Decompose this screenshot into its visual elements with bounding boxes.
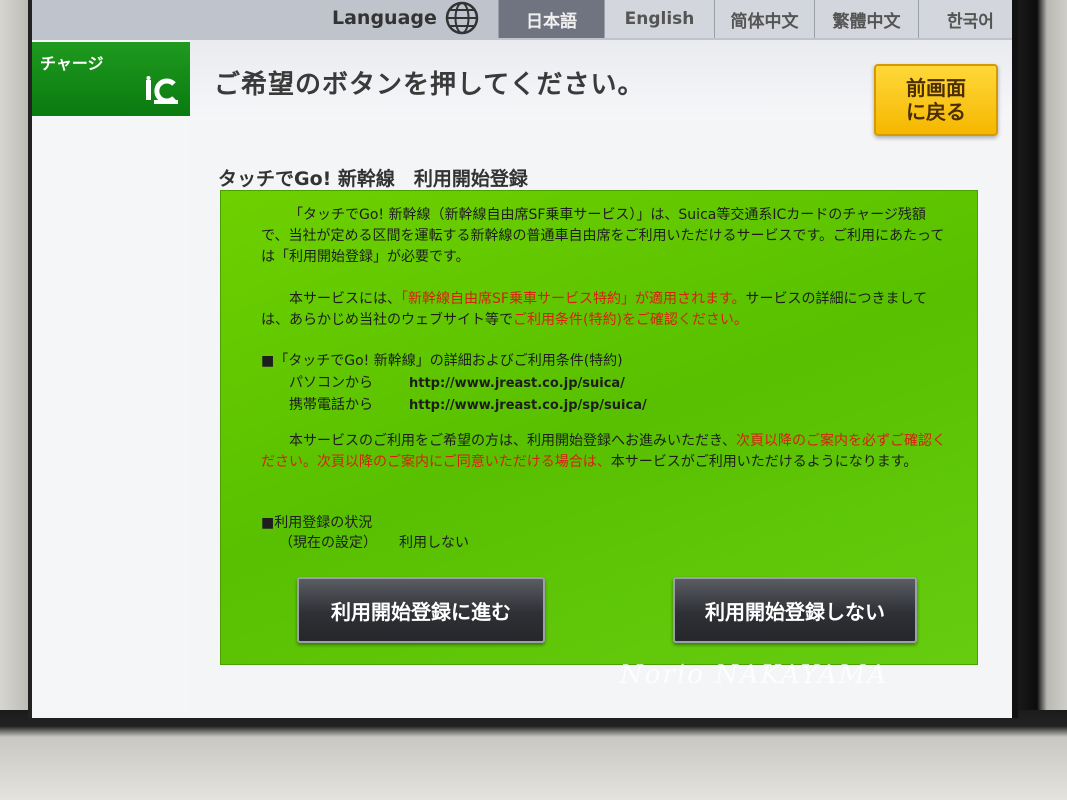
terms-text-a: 本サービスには、 [289,291,401,307]
language-title: Language [332,0,479,36]
consent-text-a: 本サービスのご利用をご希望の方は、利用開始登録へお進みいただき、 [289,433,737,449]
consent-text-c: 本サービスがご利用いただけるようになります。 [610,454,918,470]
url-value-mobile: http://www.jreast.co.jp/sp/suica/ [409,398,647,413]
main-content: ご希望のボタンを押してください。 前画面 に戻る タッチでGo! 新幹線 利用開… [190,40,1012,718]
device-bezel-left [0,0,28,800]
language-bar: Language 日本語 English 简体中文 繁體中文 한국어 [32,0,1012,40]
status-value: 利用しない [399,535,469,551]
lang-button-korean[interactable]: 한국어 [918,0,1012,38]
url-label-pc: パソコンから [289,375,373,391]
globe-icon [445,1,479,35]
lang-button-traditional-chinese[interactable]: 繁體中文 [814,0,918,38]
status-label: （現在の設定） [279,535,377,551]
status-title: ■利用登録の状況 [261,515,373,531]
sidebar-item-charge[interactable]: チャージ [32,42,190,116]
status-row: （現在の設定） 利用しない [279,533,469,554]
ic-card-icon [146,76,178,104]
url-value-pc: http://www.jreast.co.jp/suica/ [409,376,625,391]
details-title: ■「タッチでGo! 新幹線」の詳細およびご利用条件(特約) [261,353,623,369]
lang-button-english[interactable]: English [604,0,714,38]
terms-warning-a: 「新幹線自由席SF乗車サービス特約」が適用されます。 [401,291,746,307]
device-bezel-bottom [0,710,1067,800]
terms-warning-d: ご利用条件(特約)をご確認ください。 [513,312,748,328]
lang-button-simplified-chinese[interactable]: 简体中文 [714,0,814,38]
touch-screen: Language 日本語 English 简体中文 繁體中文 한국어 チャージ [28,0,1018,718]
photo-watermark: Norio NAKAYAMA [620,660,889,690]
intro-paragraph: 「タッチでGo! 新幹線（新幹線自由席SF乗車サービス）」は、Suica等交通系… [261,207,945,265]
info-panel: 「タッチでGo! 新幹線（新幹線自由席SF乗車サービス）」は、Suica等交通系… [220,190,978,665]
sidebar-item-label: チャージ [40,54,104,73]
terms-paragraph: 本サービスには、「新幹線自由席SF乗車サービス特約」が適用されます。サービスの詳… [261,289,951,331]
url-row-mobile: 携帯電話から http://www.jreast.co.jp/sp/suica/ [289,395,647,416]
back-button[interactable]: 前画面 に戻る [874,64,998,136]
proceed-registration-button[interactable]: 利用開始登録に進む [297,577,545,643]
decline-registration-button[interactable]: 利用開始登録しない [673,577,917,643]
url-row-pc: パソコンから http://www.jreast.co.jp/suica/ [289,373,625,394]
sidebar: チャージ [32,40,191,718]
language-label: Language [332,7,437,29]
section-title: タッチでGo! 新幹線 利用開始登録 [218,168,528,190]
consent-paragraph: 本サービスのご利用をご希望の方は、利用開始登録へお進みいただき、次頁以降のご案内… [261,431,951,473]
lang-button-japanese[interactable]: 日本語 [498,0,604,38]
instruction-text: ご希望のボタンを押してください。 [214,70,645,100]
device-bezel-right [1017,0,1067,800]
url-label-mobile: 携帯電話から [289,397,373,413]
